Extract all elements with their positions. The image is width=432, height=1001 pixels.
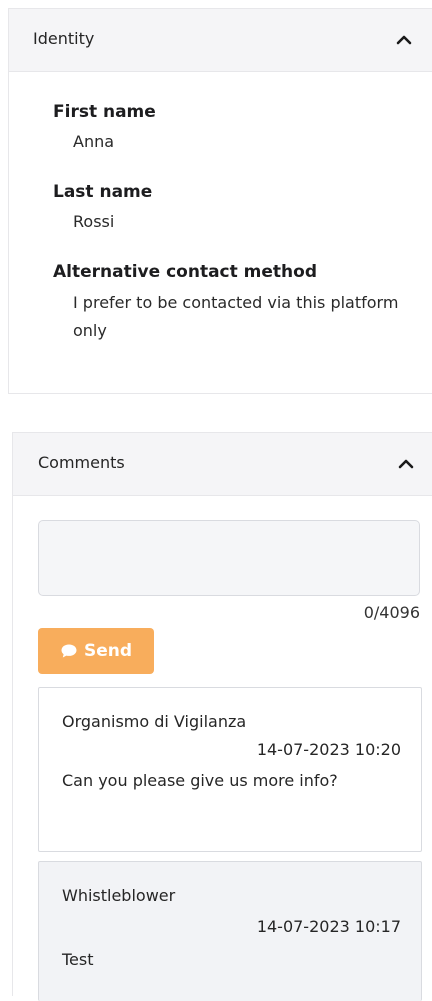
comment-item: Whistleblower 14-07-2023 10:17 Test (38, 861, 422, 1001)
send-button[interactable]: Send (38, 628, 154, 674)
send-label: Send (83, 641, 133, 661)
comment-text: Test (62, 950, 94, 969)
identity-header[interactable]: Identity (9, 9, 432, 72)
last-name-label: Last name (53, 182, 153, 202)
comment-input[interactable] (38, 520, 420, 596)
comments-title: Comments (38, 453, 125, 472)
comment-date: 14-07-2023 10:17 (256, 917, 401, 936)
alternative-contact-label: Alternative contact method (53, 262, 317, 282)
comment-author: Whistleblower (62, 886, 176, 905)
alternative-contact-value: I prefer to be contacted via this platfo… (73, 293, 399, 340)
comment-date: 14-07-2023 10:20 (256, 740, 401, 759)
identity-panel: Identity First name Anna Last name Rossi… (8, 8, 432, 394)
identity-title: Identity (33, 29, 95, 48)
chevron-up-icon[interactable] (394, 30, 414, 50)
comments-panel: Comments 0/4096 Send Organismo di Vigila… (12, 432, 432, 1001)
comment-text: Can you please give us more info? (62, 771, 338, 790)
comment-item: Organismo di Vigilanza 14-07-2023 10:20 … (38, 687, 422, 852)
comments-header[interactable]: Comments (13, 433, 432, 496)
chevron-up-icon[interactable] (396, 454, 416, 474)
comment-author: Organismo di Vigilanza (62, 712, 247, 731)
last-name-value: Rossi (73, 212, 115, 231)
first-name-label: First name (53, 102, 156, 122)
character-counter: 0/4096 (363, 603, 420, 622)
chat-bubble-icon (61, 644, 77, 658)
first-name-value: Anna (73, 132, 115, 151)
